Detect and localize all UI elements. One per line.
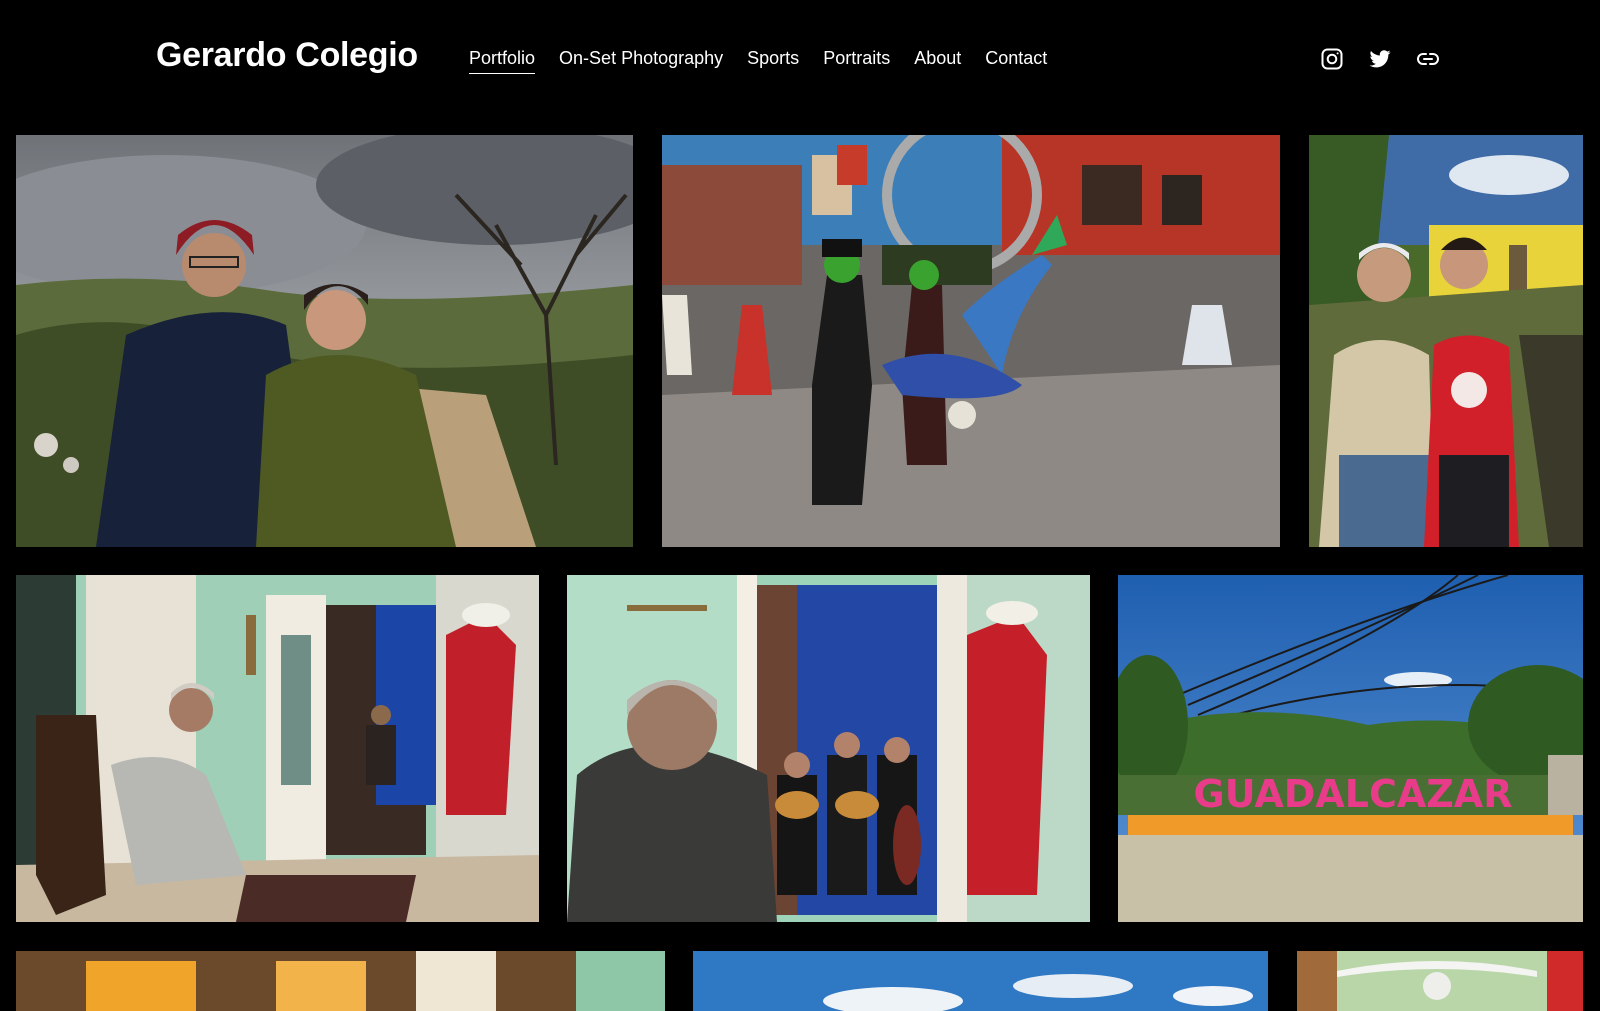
- link-icon[interactable]: [1416, 47, 1440, 71]
- gallery-photo-man-watching-mariachis[interactable]: [567, 575, 1090, 922]
- twitter-icon[interactable]: [1368, 47, 1392, 71]
- gallery-photo-father-son[interactable]: [1309, 135, 1583, 547]
- nav-item-sports[interactable]: Sports: [747, 48, 799, 74]
- photo-gallery: GUADALCAZAR: [0, 0, 1600, 1011]
- instagram-icon[interactable]: [1320, 47, 1344, 71]
- gallery-photo-street-performers[interactable]: [662, 135, 1280, 547]
- gallery-photo-woman-by-door[interactable]: [16, 575, 539, 922]
- nav-item-portfolio[interactable]: Portfolio: [469, 48, 536, 74]
- site-header: Gerardo Colegio Portfolio On-Set Photogr…: [0, 0, 1600, 118]
- nav-item-portraits[interactable]: Portraits: [823, 48, 890, 74]
- sign-text: GUADALCAZAR: [1194, 772, 1513, 816]
- gallery-photo-couple[interactable]: [16, 135, 633, 547]
- nav-item-contact[interactable]: Contact: [985, 48, 1047, 74]
- social-links: [1320, 47, 1440, 71]
- gallery-photo-sky-clouds[interactable]: [693, 951, 1268, 1011]
- gallery-photo-ceiling-fan[interactable]: [1297, 951, 1583, 1011]
- nav-item-about[interactable]: About: [914, 48, 961, 74]
- site-title[interactable]: Gerardo Colegio: [156, 36, 418, 75]
- nav-item-on-set-photography[interactable]: On-Set Photography: [559, 48, 723, 74]
- gallery-photo-interior-warm[interactable]: [16, 951, 665, 1011]
- main-nav: Portfolio On-Set Photography Sports Port…: [469, 48, 1047, 74]
- gallery-photo-guadalcazar-sign[interactable]: GUADALCAZAR: [1118, 575, 1583, 922]
